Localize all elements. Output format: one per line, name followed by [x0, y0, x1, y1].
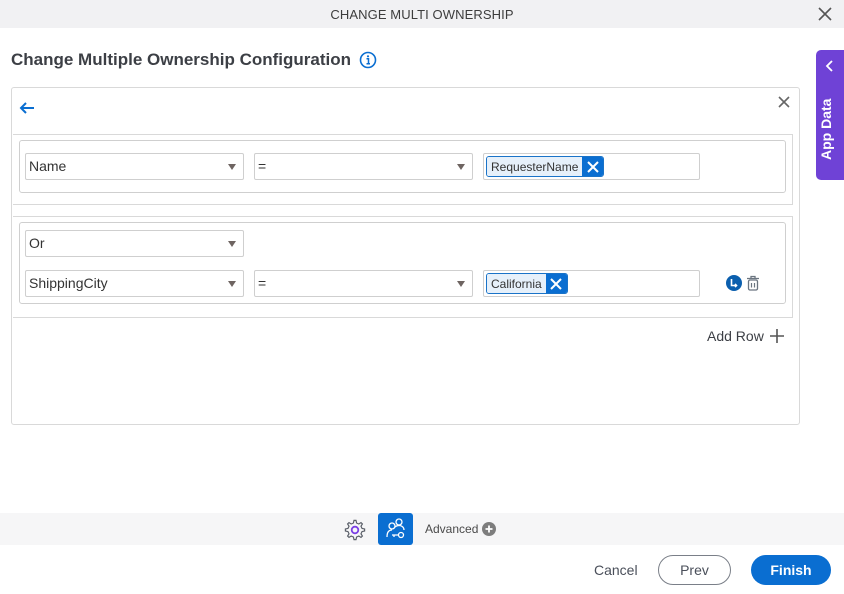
bottom-toolbar: Advanced: [0, 513, 844, 545]
app-data-tab[interactable]: App Data: [816, 50, 844, 180]
operator-select-value: =: [258, 275, 267, 291]
arrow-left-icon[interactable]: [18, 100, 36, 116]
page-title-text: Change Multiple Ownership Configuration: [11, 50, 351, 69]
caret-down-icon: [457, 281, 465, 287]
gear-icon[interactable]: [344, 519, 366, 541]
app-data-label: App Data: [818, 98, 834, 160]
field-select-value: Name: [29, 158, 67, 174]
cancel-button[interactable]: Cancel: [594, 562, 638, 578]
plus-circle-icon: [482, 522, 497, 536]
value-chip-label: RequesterName: [487, 157, 583, 176]
field-select-value: ShippingCity: [29, 275, 108, 291]
advanced-label: Advanced: [425, 522, 479, 536]
finish-button[interactable]: Finish: [751, 555, 831, 585]
condition-group: Or ShippingCity = California: [13, 216, 793, 318]
condition-panel: Name = RequesterName Or ShippingCity = C…: [11, 87, 800, 425]
condition-group-inner: Name = RequesterName: [19, 140, 786, 193]
remove-chip-button[interactable]: [545, 274, 567, 293]
caret-down-icon: [228, 241, 236, 247]
condition-group: Name = RequesterName: [13, 134, 793, 205]
condition-group-inner: Or ShippingCity = California: [19, 222, 786, 304]
close-icon[interactable]: [816, 5, 834, 23]
remove-chip-button[interactable]: [582, 157, 604, 176]
trash-icon[interactable]: [746, 275, 760, 291]
info-icon[interactable]: [359, 51, 377, 69]
field-select[interactable]: ShippingCity: [25, 270, 244, 297]
value-chip-label: California: [487, 274, 546, 293]
value-input[interactable]: California: [483, 270, 700, 297]
caret-down-icon: [228, 164, 236, 170]
field-select[interactable]: Name: [25, 153, 244, 180]
dialog-title: CHANGE MULTI OWNERSHIP: [330, 6, 514, 22]
advanced-button[interactable]: Advanced: [425, 522, 497, 536]
value-chip: RequesterName: [486, 156, 605, 177]
operator-select-value: =: [258, 158, 267, 174]
prev-button[interactable]: Prev: [658, 555, 731, 585]
caret-down-icon: [457, 164, 465, 170]
conjunction-select-value: Or: [29, 235, 45, 251]
plus-icon: [769, 329, 784, 343]
user-key-icon: [385, 518, 405, 539]
value-input[interactable]: RequesterName: [483, 153, 700, 180]
close-icon: [587, 160, 599, 173]
add-row-label: Add Row: [707, 328, 764, 344]
chevron-left-icon: [825, 60, 833, 72]
conjunction-select[interactable]: Or: [25, 230, 244, 257]
add-row-button[interactable]: Add Row: [707, 328, 784, 344]
add-nested-condition-icon[interactable]: [726, 275, 742, 291]
operator-select[interactable]: =: [254, 153, 473, 180]
roles-button[interactable]: [378, 513, 413, 545]
close-icon[interactable]: [777, 95, 791, 109]
value-chip: California: [486, 273, 568, 294]
dialog-titlebar: CHANGE MULTI OWNERSHIP: [0, 0, 844, 28]
close-icon: [550, 277, 562, 290]
caret-down-icon: [228, 281, 236, 287]
row-actions: [726, 275, 760, 291]
operator-select[interactable]: =: [254, 270, 473, 297]
page-title: Change Multiple Ownership Configuration: [11, 50, 377, 70]
